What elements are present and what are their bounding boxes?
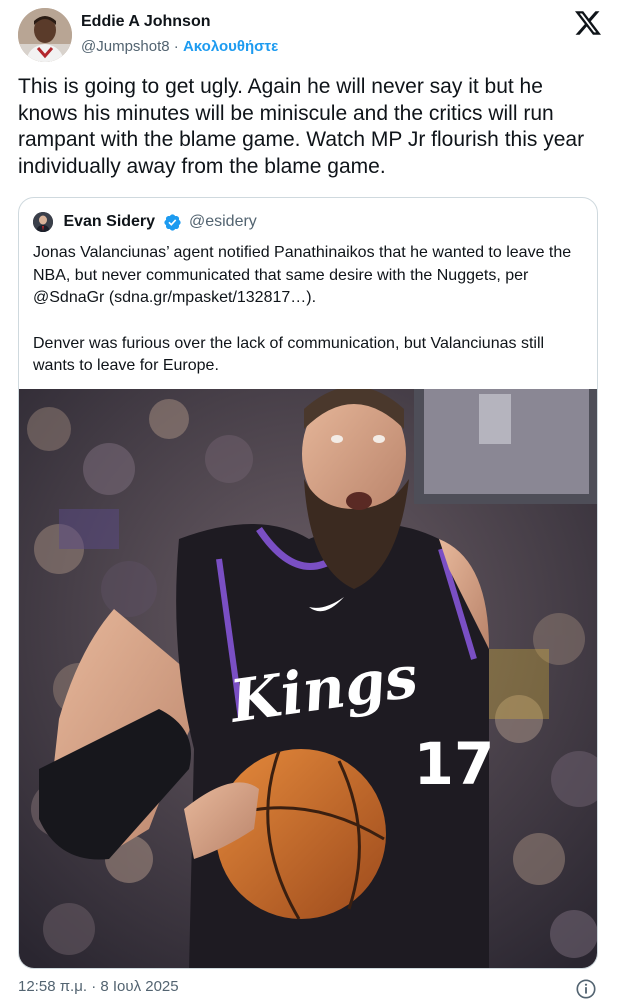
x-logo-icon[interactable] bbox=[575, 10, 601, 36]
info-icon[interactable] bbox=[575, 978, 597, 1000]
follow-button[interactable]: Ακολουθήστε bbox=[183, 38, 278, 55]
jersey-number: 17 bbox=[414, 730, 495, 798]
author-avatar[interactable] bbox=[18, 8, 72, 62]
quoted-header: Evan Sidery @esidery bbox=[33, 212, 257, 234]
quoted-author-handle[interactable]: @esidery bbox=[189, 213, 257, 230]
handle-line: @Jumpshot8 · Ακολουθήστε bbox=[81, 36, 278, 58]
quoted-photo[interactable]: Kings 17 bbox=[19, 389, 598, 969]
quoted-text: Jonas Valanciunas’ agent notified Panath… bbox=[33, 242, 587, 401]
quoted-avatar[interactable] bbox=[33, 212, 53, 232]
tweet-timestamp[interactable]: 12:58 π.μ. · 8 Ιουλ 2025 bbox=[18, 978, 179, 995]
separator-dot: · bbox=[173, 38, 179, 55]
quoted-author-name[interactable]: Evan Sidery bbox=[63, 213, 155, 230]
tweet-header: Eddie A Johnson @Jumpshot8 · Ακολουθήστε bbox=[18, 8, 603, 64]
quoted-tweet[interactable]: Evan Sidery @esidery Jonas Valanciunas’ … bbox=[18, 197, 598, 969]
author-name[interactable]: Eddie A Johnson bbox=[81, 12, 278, 32]
tweet-text: This is going to get ugly. Again he will… bbox=[18, 75, 585, 178]
quoted-paragraph: Denver was furious over the lack of comm… bbox=[33, 334, 545, 375]
verified-badge-icon bbox=[163, 213, 181, 231]
quoted-paragraph: Jonas Valanciunas’ agent notified Panath… bbox=[33, 244, 572, 306]
author-handle[interactable]: @Jumpshot8 bbox=[81, 38, 170, 55]
author-block: Eddie A Johnson @Jumpshot8 · Ακολουθήστε bbox=[81, 12, 278, 58]
